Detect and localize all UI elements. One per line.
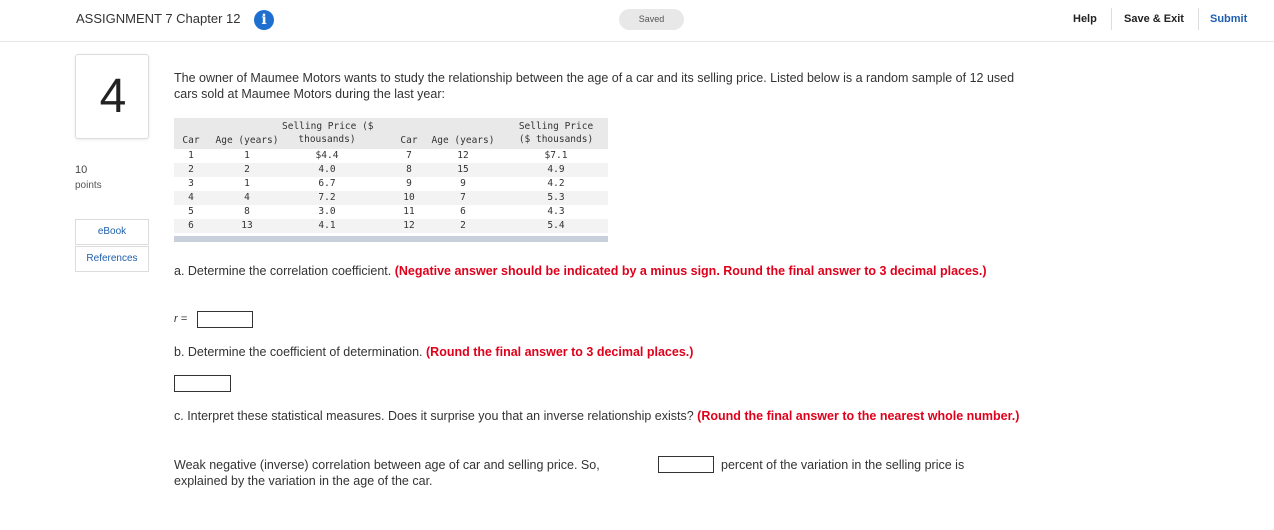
cell-price-2: 4.2 <box>547 178 565 189</box>
cell-car-2: 7 <box>406 150 412 161</box>
coefficient-of-determination-input[interactable] <box>174 375 231 392</box>
cell-car-2: 10 <box>403 192 415 203</box>
cell-price: 3.0 <box>318 206 336 217</box>
divider <box>1198 8 1199 30</box>
part-b-instruction: (Round the final answer to 3 decimal pla… <box>426 345 694 359</box>
saved-status-badge: Saved <box>619 9 684 30</box>
table-row: 4 4 7.2 10 7 5.3 <box>174 191 608 205</box>
table-row: 5 8 3.0 11 6 4.3 <box>174 205 608 219</box>
table-row: 1 1 $4.4 7 12 $7.1 <box>174 149 608 163</box>
table-bottom-bar <box>174 236 608 242</box>
col-header-age: Age (years) <box>215 135 279 146</box>
part-a-question: a. Determine the correlation coefficient… <box>174 263 1034 279</box>
references-button[interactable]: References <box>75 246 149 272</box>
cell-age: 1 <box>244 150 250 161</box>
table-header: Car Age (years) Selling Price ($ thousan… <box>174 118 608 149</box>
cell-price: 7.2 <box>318 192 336 203</box>
cell-age-2: 15 <box>457 164 469 175</box>
cell-car-2: 9 <box>406 178 412 189</box>
part-c-instruction: (Round the final answer to the nearest w… <box>697 409 1020 423</box>
cell-car: 3 <box>188 178 194 189</box>
cell-car-2: 11 <box>403 206 415 217</box>
table-row: 3 1 6.7 9 9 4.2 <box>174 177 608 191</box>
cell-car-2: 12 <box>403 220 415 231</box>
cell-price-2: 4.9 <box>547 164 565 175</box>
cell-price-2: $7.1 <box>544 150 568 161</box>
cell-age-2: 7 <box>460 192 466 203</box>
table-row: 6 13 4.1 12 2 5.4 <box>174 219 608 233</box>
question-number-box: 4 <box>75 54 149 139</box>
table-row: 2 2 4.0 8 15 4.9 <box>174 163 608 177</box>
part-a-label: a. Determine the correlation coefficient… <box>174 264 395 278</box>
part-b-question: b. Determine the coefficient of determin… <box>174 344 1034 360</box>
save-exit-link[interactable]: Save & Exit <box>1124 13 1184 25</box>
cell-age: 2 <box>244 164 250 175</box>
part-b-label: b. Determine the coefficient of determin… <box>174 345 426 359</box>
points-value: 10 <box>75 164 88 176</box>
cell-age: 13 <box>241 220 253 231</box>
cell-age-2: 12 <box>457 150 469 161</box>
points-label: points <box>75 180 102 191</box>
cell-age-2: 6 <box>460 206 466 217</box>
cell-car-2: 8 <box>406 164 412 175</box>
data-table: Car Age (years) Selling Price ($ thousan… <box>174 118 608 242</box>
assignment-title: ASSIGNMENT 7 Chapter 12 <box>76 11 241 26</box>
cell-age-2: 9 <box>460 178 466 189</box>
cell-price: 4.0 <box>318 164 336 175</box>
col-header-car: Car <box>182 135 200 146</box>
col-header-age-2: Age (years) <box>431 135 495 146</box>
part-c-sentence-start: Weak negative (inverse) correlation betw… <box>174 458 600 472</box>
cell-car: 5 <box>188 206 194 217</box>
question-number: 4 <box>99 70 127 123</box>
cell-age: 4 <box>244 192 250 203</box>
cell-car: 2 <box>188 164 194 175</box>
part-c-question: c. Interpret these statistical measures.… <box>174 408 1034 424</box>
part-c-sentence-end: percent of the variation in the selling … <box>721 458 965 472</box>
part-c-sentence-line2: explained by the variation in the age of… <box>174 474 433 488</box>
cell-age: 1 <box>244 178 250 189</box>
cell-price-2: 5.4 <box>547 220 565 231</box>
info-icon[interactable]: i <box>254 10 274 30</box>
question-intro: The owner of Maumee Motors wants to stud… <box>174 71 1015 101</box>
cell-price: 4.1 <box>318 220 336 231</box>
r-label: r = <box>174 313 188 325</box>
top-bar: ASSIGNMENT 7 Chapter 12 i Saved Help Sav… <box>0 0 1274 42</box>
cell-price-2: 4.3 <box>547 206 565 217</box>
percent-variation-input[interactable] <box>658 456 714 473</box>
col-header-price-2: Selling Price ($ thousands) <box>518 121 594 145</box>
cell-price-2: 5.3 <box>547 192 565 203</box>
cell-price: $4.4 <box>315 150 339 161</box>
part-a-instruction: (Negative answer should be indicated by … <box>394 264 987 278</box>
cell-age: 8 <box>244 206 250 217</box>
col-header-car-2: Car <box>400 135 418 146</box>
cell-car: 6 <box>188 220 194 231</box>
part-c-label: c. Interpret these statistical measures.… <box>174 409 698 423</box>
help-link[interactable]: Help <box>1073 13 1097 25</box>
cell-price: 6.7 <box>318 178 336 189</box>
cell-age-2: 2 <box>460 220 466 231</box>
submit-link[interactable]: Submit <box>1210 13 1247 25</box>
col-header-price: Selling Price ($ thousands) <box>282 121 374 145</box>
ebook-button[interactable]: eBook <box>75 219 149 245</box>
cell-car: 4 <box>188 192 194 203</box>
divider <box>1111 8 1112 30</box>
correlation-coefficient-input[interactable] <box>197 311 253 328</box>
cell-car: 1 <box>188 150 194 161</box>
